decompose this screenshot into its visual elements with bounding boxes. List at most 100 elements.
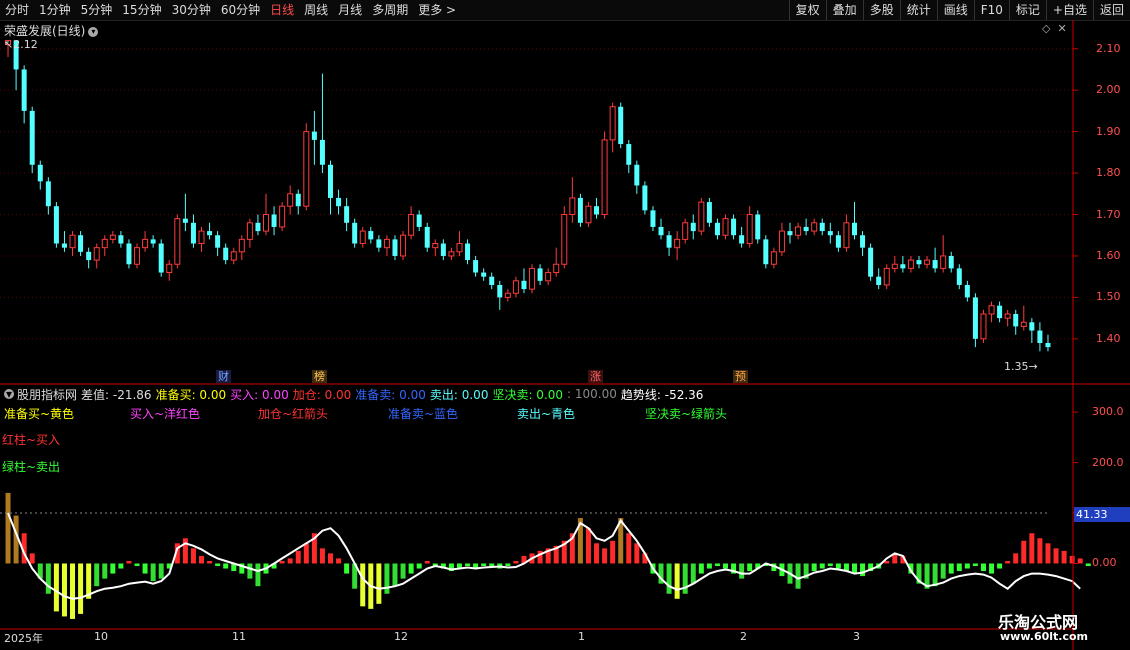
price-tick-label: 1.50 [1096, 290, 1121, 304]
indicator-bar [505, 563, 511, 566]
mark-button[interactable]: 标记 [1008, 0, 1046, 20]
indicator-bar [964, 563, 970, 569]
tab-monthly[interactable]: 月线 [333, 0, 367, 20]
candle [803, 218, 809, 236]
candle [1037, 322, 1043, 352]
candle [569, 177, 576, 223]
event-marker-bang[interactable]: 榜 [312, 370, 327, 383]
tab-60min[interactable]: 60分钟 [216, 0, 265, 20]
candle [198, 226, 205, 252]
indicator-bar [585, 528, 591, 564]
indicator-bar [118, 563, 124, 569]
tab-1min[interactable]: 1分钟 [34, 0, 76, 20]
indicator-bar [932, 563, 938, 587]
tab-multi-period[interactable]: 多周期 [367, 0, 413, 20]
candle [376, 235, 382, 252]
event-marker-zhang[interactable]: 涨 [588, 370, 603, 383]
date-label-feb: 2 [740, 630, 747, 643]
candle [327, 160, 333, 215]
stock-title[interactable]: 荣盛发展(日线) ▾ [4, 22, 99, 39]
candle [891, 255, 898, 273]
indicator-bar [980, 563, 986, 572]
candle [359, 226, 366, 248]
candle [440, 239, 446, 261]
candle [1020, 305, 1027, 331]
stock-title-text: 荣盛发展(日线) [4, 24, 86, 38]
multi-stock-button[interactable]: 多股 [862, 0, 900, 20]
tab-weekly[interactable]: 周线 [299, 0, 333, 20]
candle [368, 226, 374, 244]
candle [45, 177, 51, 215]
indicator-bar [1021, 540, 1027, 564]
candle [344, 197, 350, 232]
candle [1004, 309, 1011, 327]
high-price-label: ↖2.12 [4, 38, 38, 51]
date-label-dec: 12 [394, 630, 408, 643]
draw-line-button[interactable]: 画线 [936, 0, 974, 20]
candle [190, 214, 196, 248]
tab-fenshi[interactable]: 分时 [0, 0, 34, 20]
legend-sell: 卖出~青色 [517, 407, 576, 421]
indicator-bar [247, 563, 253, 579]
indicator-bar [416, 563, 422, 569]
overlay-button[interactable]: 叠加 [825, 0, 863, 20]
candle [512, 276, 519, 298]
candle [69, 231, 76, 256]
chevron-down-icon[interactable]: ▾ [4, 388, 14, 400]
event-marker-yu[interactable]: 预 [733, 370, 748, 383]
candle [319, 73, 325, 174]
tab-more[interactable]: 更多 > [413, 0, 461, 20]
candle [383, 235, 390, 256]
candle [352, 218, 358, 248]
indicator-name[interactable]: 股朋指标网 [17, 386, 77, 403]
candle [778, 222, 785, 256]
indicator-value-diff: 差值: -21.86 [81, 387, 152, 402]
indicator-bar [255, 563, 261, 587]
candle [642, 181, 648, 215]
diamond-icon[interactable]: ◇ [1042, 22, 1050, 35]
candle [271, 206, 277, 236]
candle [819, 218, 825, 236]
candle [295, 189, 301, 215]
tab-30min[interactable]: 30分钟 [167, 0, 216, 20]
f10-button[interactable]: F10 [973, 0, 1009, 20]
indicator-bar [956, 563, 962, 572]
candle [618, 102, 624, 149]
candle [997, 301, 1003, 323]
indicator-bar [1053, 548, 1059, 564]
event-marker-cai[interactable]: 财 [216, 370, 231, 383]
candle [182, 193, 188, 232]
indicator-bar [207, 560, 213, 564]
indicator-value-trend: 趋势线: -52.36 [620, 387, 704, 402]
indicator-bar [134, 563, 140, 566]
candle [311, 110, 317, 165]
candle [698, 197, 705, 236]
chevron-down-icon[interactable]: ▾ [88, 26, 99, 37]
tab-5min[interactable]: 5分钟 [76, 0, 118, 20]
indicator-bar [102, 563, 108, 579]
tab-15min[interactable]: 15分钟 [117, 0, 166, 20]
candle [150, 235, 156, 248]
candle [932, 247, 938, 273]
candle [142, 231, 149, 252]
indicator-bar [61, 563, 67, 617]
statistics-button[interactable]: 统计 [899, 0, 937, 20]
indicator-bar [1013, 553, 1019, 564]
chart-area[interactable] [0, 20, 1130, 650]
fuquan-button[interactable]: 复权 [788, 0, 826, 20]
candle [972, 293, 978, 348]
tab-daily[interactable]: 日线 [265, 0, 299, 20]
indicator-bar [126, 560, 132, 564]
back-button[interactable]: 返回 [1092, 0, 1130, 20]
add-watchlist-button[interactable]: +自选 [1045, 0, 1093, 20]
candlestick-series [5, 39, 1051, 352]
indicator-bar [142, 563, 148, 574]
candle [746, 206, 753, 248]
indicator-bar [481, 563, 487, 566]
indicator-bar [819, 563, 825, 569]
close-icon[interactable]: ✕ [1057, 22, 1066, 35]
candle [907, 255, 914, 273]
indicator-bar [376, 563, 382, 604]
indicator-bar [723, 563, 729, 569]
indicator-bar [698, 563, 704, 574]
